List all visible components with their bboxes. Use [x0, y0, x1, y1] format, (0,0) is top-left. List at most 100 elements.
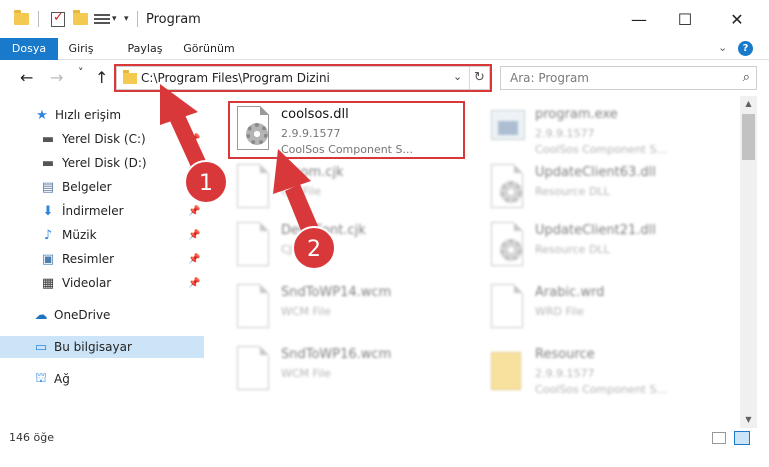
file-name: Def...Font.cjk: [281, 223, 366, 238]
ribbon-tabs: Dosya Giriş Paylaş Görünüm ⌄ ?: [0, 38, 769, 98]
pin-icon[interactable]: 📌: [188, 182, 200, 193]
file-name: Resource: [535, 347, 595, 362]
sidebar-item-music[interactable]: ♪ Müzik 📌: [0, 224, 204, 246]
star-icon: ★: [36, 107, 48, 123]
sidebar-item-label: İndirmeler: [62, 204, 124, 218]
qa-customize-caret-icon[interactable]: ▾: [124, 9, 129, 29]
sidebar-item-videos[interactable]: ▦ Videolar 📌: [0, 272, 204, 294]
scroll-thumb[interactable]: [742, 114, 755, 160]
pin-icon[interactable]: 📌: [188, 254, 200, 265]
pictures-icon: ▣: [41, 251, 55, 267]
pin-icon[interactable]: 📌: [188, 158, 200, 169]
sidebar-item-local-disk-d[interactable]: ▬ Yerel Disk (D:) 📌: [0, 152, 204, 174]
sidebar-item-label: Videolar: [62, 276, 112, 290]
scroll-up-icon[interactable]: ▲: [740, 96, 757, 112]
file-name: SndToWP16.wcm: [281, 347, 392, 362]
sidebar-item-label: Bu bilgisayar: [54, 340, 132, 354]
file-item-updateclient63-dll[interactable]: UpdateClient63.dll Resource DLL: [465, 158, 715, 218]
tab-gorunum[interactable]: Görünüm: [178, 38, 240, 60]
file-type: WCM File: [281, 305, 331, 318]
help-icon[interactable]: ?: [738, 41, 753, 56]
navigation-bar: ← → ˅ ↑ C:\Program Files\Program Dizini …: [0, 60, 769, 96]
tab-paylas[interactable]: Paylaş: [118, 38, 172, 60]
file-highlight-box: [228, 101, 465, 159]
pin-icon[interactable]: 📌: [188, 278, 200, 289]
search-icon[interactable]: ⌕: [743, 70, 750, 85]
file-name: program.exe: [535, 107, 618, 122]
file-name: SndToWP14.wcm: [281, 285, 392, 300]
file-name: UpdateClient63.dll: [535, 165, 656, 180]
chevron-down-icon[interactable]: ⌄: [718, 41, 727, 54]
sidebar-item-network[interactable]: ⛫ Ağ: [0, 368, 204, 390]
close-button[interactable]: ✕: [714, 0, 760, 38]
qa-dropdown-icon[interactable]: ▾: [112, 9, 117, 29]
file-type: WCM File: [281, 367, 331, 380]
details-view-icon[interactable]: [712, 432, 726, 444]
file-item-program-exe[interactable]: program.exe 2.9.9.1577 CoolSos Component…: [465, 100, 715, 160]
scroll-down-icon[interactable]: ▼: [740, 412, 757, 428]
documents-icon: ▤: [41, 179, 55, 195]
title-separator: [137, 9, 138, 29]
file-item-deffont-cjk[interactable]: Def...Font.cjk CJK File: [211, 216, 461, 276]
recent-locations-icon[interactable]: ˅: [78, 66, 84, 79]
sidebar-item-this-pc[interactable]: ▭ Bu bilgisayar: [0, 336, 204, 358]
pin-icon[interactable]: 📌: [188, 230, 200, 241]
minimize-button[interactable]: —: [616, 0, 662, 38]
cloud-icon: ☁: [34, 307, 48, 323]
maximize-button[interactable]: ☐: [662, 0, 708, 38]
tab-giris[interactable]: Giriş: [58, 38, 104, 60]
sidebar-item-downloads[interactable]: ⬇ İndirmeler 📌: [0, 200, 204, 222]
sidebar-item-label: Müzik: [62, 228, 97, 242]
up-arrow-icon[interactable]: ↑: [95, 68, 108, 87]
file-item-sndtowp14-wcm[interactable]: SndToWP14.wcm WCM File: [211, 278, 461, 338]
file-type: CJK File: [281, 243, 322, 256]
file-description: CoolSos Component S...: [535, 143, 667, 156]
file-type: CJK File: [281, 185, 322, 198]
sidebar-item-label: Belgeler: [62, 180, 112, 194]
document-file-icon: [233, 164, 273, 212]
sidebar-item-label: Resimler: [62, 252, 115, 266]
file-explorer-window: ▾ ▾ Program — ☐ ✕ Dosya Giriş Paylaş Gör…: [0, 0, 769, 467]
exe-file-icon: [487, 106, 527, 154]
quick-access-folder-icon[interactable]: [14, 9, 29, 29]
document-file-icon: [233, 284, 273, 332]
file-item-resource[interactable]: Resource 2.9.9.1577 CoolSos Component S.…: [465, 340, 715, 400]
customize-toolbar-icon[interactable]: [94, 9, 110, 29]
new-folder-icon[interactable]: [73, 9, 88, 29]
resource-file-icon: [487, 346, 527, 394]
download-icon: ⬇: [42, 203, 54, 219]
pin-icon[interactable]: 📌: [188, 134, 200, 145]
back-arrow-icon[interactable]: ←: [20, 68, 33, 87]
address-highlight-box: [114, 64, 492, 92]
sidebar-item-onedrive[interactable]: ☁ OneDrive: [0, 304, 204, 326]
drive-icon: ▬: [41, 131, 55, 147]
sidebar-item-pictures[interactable]: ▣ Resimler 📌: [0, 248, 204, 270]
dll-file-icon: [487, 222, 527, 270]
file-version: 2.9.9.1577: [535, 367, 595, 380]
file-item-arabic-wrd[interactable]: Arabic.wrd WRD File: [465, 278, 715, 338]
file-item-updateclient21-dll[interactable]: UpdateClient21.dll Resource DLL: [465, 216, 715, 276]
sidebar-item-documents[interactable]: ▤ Belgeler 📌: [0, 176, 204, 198]
file-item-com-cjk[interactable]: ...com.cjk CJK File: [211, 158, 461, 218]
file-description: CoolSos Component S...: [535, 383, 667, 396]
file-type: Resource DLL: [535, 185, 610, 198]
file-type: WRD File: [535, 305, 584, 318]
document-file-icon: [233, 222, 273, 270]
file-name: Arabic.wrd: [535, 285, 605, 300]
sidebar-item-label: OneDrive: [54, 308, 111, 322]
video-icon: ▦: [41, 275, 55, 291]
large-icons-view-icon[interactable]: [734, 431, 750, 445]
sidebar-item-quick-access[interactable]: ★ Hızlı erişim: [0, 104, 204, 126]
sidebar-item-label: Yerel Disk (D:): [62, 156, 147, 170]
forward-arrow-icon[interactable]: →: [50, 68, 63, 87]
sidebar-item-local-disk-c[interactable]: ▬ Yerel Disk (C:) 📌: [0, 128, 204, 150]
title-bar: ▾ ▾ Program — ☐ ✕: [0, 0, 769, 38]
properties-check-icon[interactable]: [51, 9, 65, 29]
file-item-sndtowp16-wcm[interactable]: SndToWP16.wcm WCM File: [211, 340, 461, 400]
search-placeholder: Ara: Program: [510, 71, 589, 85]
vertical-scrollbar[interactable]: ▲ ▼: [740, 96, 757, 428]
search-input[interactable]: Ara: Program ⌕: [500, 66, 757, 90]
pin-icon[interactable]: 📌: [188, 206, 200, 217]
sidebar-item-label: Yerel Disk (C:): [62, 132, 146, 146]
drive-icon: ▬: [41, 155, 55, 171]
